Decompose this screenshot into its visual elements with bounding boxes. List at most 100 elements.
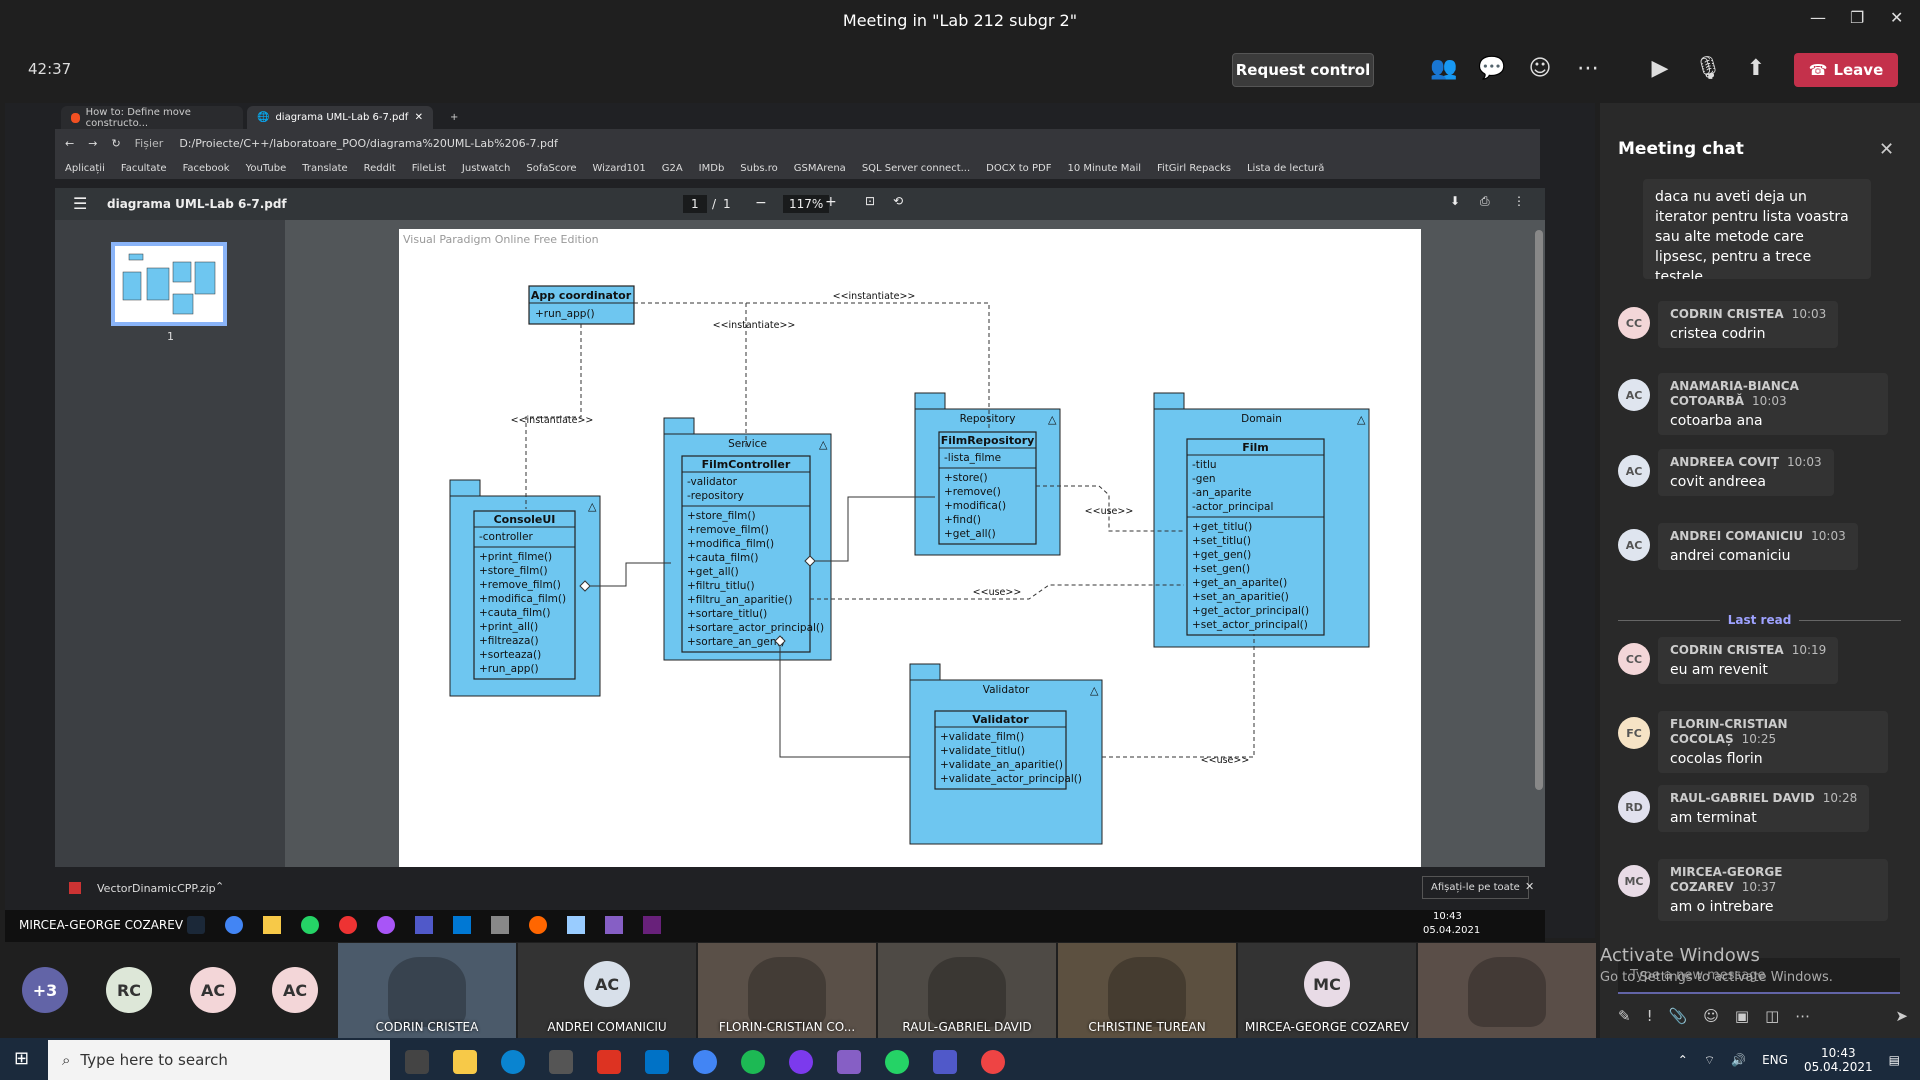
notifications-icon[interactable]: ▤ (1889, 1053, 1900, 1067)
scrollbar[interactable] (1535, 230, 1543, 790)
bookmark-item[interactable]: Lista de lectură (1247, 163, 1324, 174)
priority-icon[interactable]: ! (1647, 1007, 1653, 1025)
send-icon[interactable]: ➤ (1895, 1007, 1908, 1025)
restore-icon[interactable]: ❐ (1850, 8, 1864, 27)
whatsapp-icon[interactable] (885, 1050, 909, 1074)
attach-icon[interactable]: 📎 (1669, 1007, 1688, 1025)
windows-start-icon[interactable]: ⊞ (14, 1048, 29, 1069)
gif-icon[interactable]: ▣ (1735, 1007, 1749, 1025)
bookmark-item[interactable]: YouTube (246, 163, 287, 174)
acrobat-icon[interactable] (597, 1050, 621, 1074)
browser-tab-active[interactable]: 🌐 diagrama UML-Lab 6-7.pdf ✕ (247, 106, 433, 129)
participant-tile[interactable]: RAUL-GABRIEL DAVID (878, 943, 1056, 1038)
teams-icon[interactable] (933, 1050, 957, 1074)
bookmark-item[interactable]: IMDb (699, 163, 725, 174)
chrome-icon[interactable] (693, 1050, 717, 1074)
bookmark-item[interactable]: Facultate (121, 163, 167, 174)
edge-icon[interactable] (501, 1050, 525, 1074)
more-icon[interactable]: ⋮ (1513, 194, 1525, 208)
rotate-icon[interactable]: ⟲ (893, 194, 903, 208)
overflow-participants[interactable]: +3 (22, 967, 68, 1013)
reload-icon[interactable]: ↻ (111, 137, 120, 150)
chat-avatar[interactable]: MC (1618, 865, 1650, 897)
more-icon[interactable]: ⋯ (1795, 1007, 1810, 1025)
bookmark-item[interactable]: Subs.ro (740, 163, 777, 174)
sticker-icon[interactable]: ◫ (1765, 1007, 1779, 1025)
chat-avatar[interactable]: CC (1618, 307, 1650, 339)
store-icon[interactable] (549, 1050, 573, 1074)
visual-studio-icon[interactable] (837, 1050, 861, 1074)
chat-avatar[interactable]: CC (1618, 643, 1650, 675)
page-input[interactable]: 1 (683, 195, 707, 213)
bookmark-item[interactable]: G2A (662, 163, 683, 174)
reactions-icon[interactable]: ☺ (1526, 56, 1554, 81)
download-icon[interactable]: ⬇ (1450, 194, 1460, 208)
show-all-button[interactable]: Afișați-le pe toate (1422, 876, 1529, 899)
print-icon[interactable]: ⎙ (1480, 194, 1490, 209)
bookmark-item[interactable]: Wizard101 (593, 163, 646, 174)
bookmark-item[interactable]: FileList (412, 163, 446, 174)
participant-tile[interactable]: CHRISTINE TUREAN (1058, 943, 1236, 1038)
bookmark-item[interactable]: SQL Server connect... (862, 163, 970, 174)
participant-tile[interactable]: AC ANDREI COMANICIU (518, 943, 696, 1038)
emoji-icon[interactable]: ☺ (1703, 1007, 1719, 1025)
chat-avatar[interactable]: FC (1618, 717, 1650, 749)
spotify-icon[interactable] (741, 1050, 765, 1074)
participant-tile[interactable]: CODRIN CRISTEA (338, 943, 516, 1038)
taskbar-search[interactable]: ⌕ Type here to search (48, 1040, 390, 1080)
app-icon[interactable] (789, 1050, 813, 1074)
forward-icon[interactable]: → (88, 137, 97, 150)
download-filename[interactable]: VectorDinamicCPP.zip (97, 882, 216, 895)
address-bar[interactable]: ← → ↻ Fișier D:/Proiecte/C++/laboratoare… (55, 129, 1540, 157)
tray-chevron-icon[interactable]: ⌃ (1678, 1053, 1688, 1067)
tab-close-icon[interactable]: ✕ (415, 112, 423, 123)
clock[interactable]: 10:43 05.04.2021 (1804, 1046, 1873, 1074)
bookmark-item[interactable]: DOCX to PDF (986, 163, 1051, 174)
chat-avatar[interactable]: AC (1618, 455, 1650, 487)
participants-icon[interactable]: 👥 (1430, 56, 1458, 81)
close-downloads-icon[interactable]: ✕ (1525, 880, 1534, 893)
participant-avatar[interactable]: AC (272, 967, 318, 1013)
participant-tile[interactable] (1418, 943, 1596, 1038)
minimize-icon[interactable]: — (1810, 8, 1826, 27)
participant-avatar[interactable]: RC (106, 967, 152, 1013)
zoom-level[interactable]: 117% (783, 195, 830, 213)
format-icon[interactable]: ✎ (1618, 1007, 1631, 1025)
address-url[interactable]: D:/Proiecte/C++/laboratoare_POO/diagrama… (179, 137, 558, 150)
volume-icon[interactable]: 🔊 (1731, 1053, 1746, 1067)
bookmark-item[interactable]: FitGirl Repacks (1157, 163, 1231, 174)
chat-avatar[interactable]: RD (1618, 791, 1650, 823)
back-icon[interactable]: ← (65, 137, 74, 150)
participant-tile[interactable]: MC MIRCEA-GEORGE COZAREV (1238, 943, 1416, 1038)
bookmark-item[interactable]: SofaScore (526, 163, 576, 174)
mic-muted-icon[interactable]: 🎙 (1694, 56, 1722, 81)
menu-icon[interactable]: ☰ (73, 194, 87, 213)
bookmark-item[interactable]: Facebook (183, 163, 230, 174)
participant-tile[interactable]: FLORIN-CRISTIAN CO... (698, 943, 876, 1038)
language-indicator[interactable]: ENG (1762, 1053, 1788, 1067)
bookmark-item[interactable]: GSMArena (794, 163, 846, 174)
bookmark-item[interactable]: Translate (302, 163, 347, 174)
browser-tab[interactable]: How to: Define move constructo... (61, 106, 243, 129)
file-explorer-icon[interactable] (453, 1050, 477, 1074)
zoom-in-icon[interactable]: + (825, 194, 837, 210)
request-control-button[interactable]: Request control (1232, 53, 1374, 87)
participant-avatar[interactable]: AC (190, 967, 236, 1013)
new-tab-icon[interactable]: + (440, 106, 464, 129)
chat-icon[interactable]: 💬 (1478, 56, 1506, 81)
fit-page-icon[interactable]: ⊡ (865, 194, 875, 208)
page-thumbnail[interactable] (111, 242, 227, 326)
zoom-out-icon[interactable]: − (755, 195, 767, 211)
camera-icon[interactable]: ▶ (1646, 56, 1674, 81)
mail-icon[interactable] (645, 1050, 669, 1074)
app-icon[interactable] (981, 1050, 1005, 1074)
chevron-up-icon[interactable]: ⌃ (215, 880, 224, 893)
bookmark-item[interactable]: Aplicații (65, 163, 105, 174)
bookmark-item[interactable]: Justwatch (462, 163, 510, 174)
bookmark-item[interactable]: 10 Minute Mail (1067, 163, 1141, 174)
chat-avatar[interactable]: AC (1618, 529, 1650, 561)
close-chat-icon[interactable]: ✕ (1879, 139, 1894, 160)
task-view-icon[interactable] (405, 1050, 429, 1074)
chat-avatar[interactable]: AC (1618, 379, 1650, 411)
close-icon[interactable]: ✕ (1890, 8, 1903, 27)
